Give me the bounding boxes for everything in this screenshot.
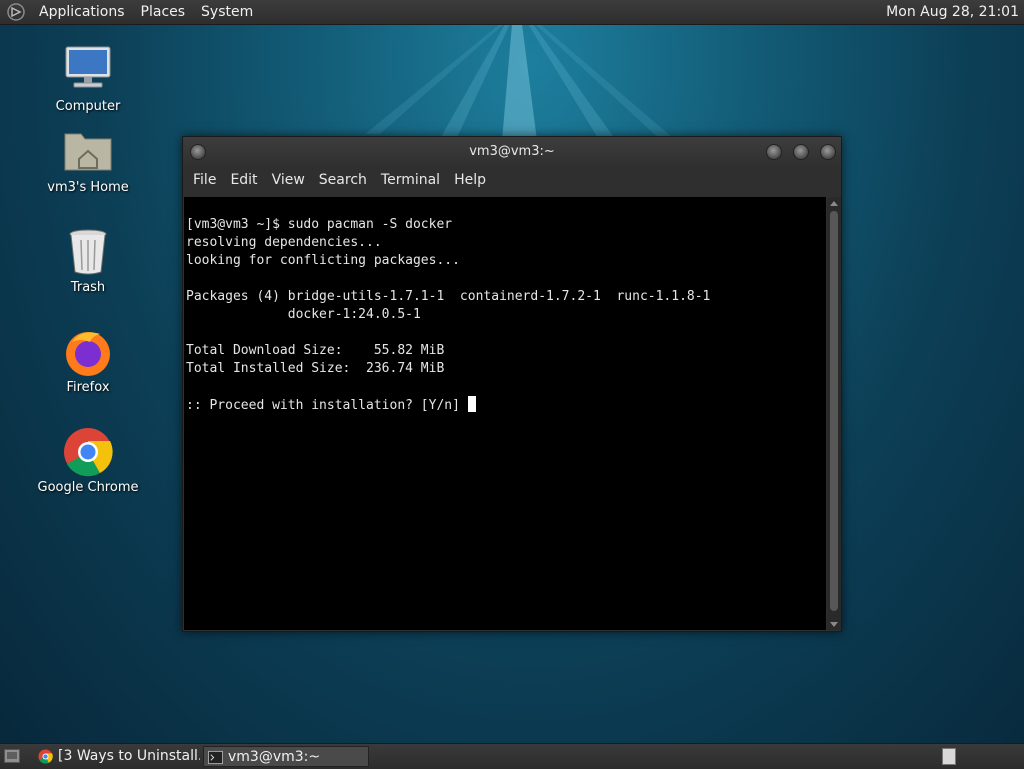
terminal-line: [vm3@vm3 ~]$ sudo pacman -S docker <box>186 217 453 232</box>
firefox-icon <box>66 332 110 376</box>
show-desktop-icon[interactable] <box>4 749 20 763</box>
desktop-icon-label: Computer <box>55 99 121 114</box>
terminal-cursor <box>467 396 476 412</box>
chrome-icon <box>38 749 53 764</box>
terminal-scrollbar[interactable] <box>827 197 841 630</box>
scroll-down-arrow[interactable] <box>830 622 838 627</box>
mate-logo-icon[interactable] <box>7 3 25 21</box>
places-menu[interactable]: Places <box>133 0 194 24</box>
menu-view[interactable]: View <box>266 172 313 188</box>
menu-file[interactable]: File <box>187 172 224 188</box>
taskbar-item-label: [3 Ways to Uninstall... <box>58 748 200 764</box>
desktop-icon-trash[interactable]: Trash <box>33 226 143 295</box>
terminal-line: looking for conflicting packages... <box>186 253 460 268</box>
clock[interactable]: Mon Aug 28, 21:01 <box>886 0 1019 24</box>
desktop-icon-chrome[interactable]: Google Chrome <box>33 426 143 495</box>
chrome-icon <box>64 428 113 477</box>
taskbar-item-terminal[interactable]: vm3@vm3:~ <box>203 746 369 767</box>
window-title: vm3@vm3:~ <box>469 144 555 159</box>
menu-terminal[interactable]: Terminal <box>375 172 448 188</box>
taskbar-item-browser[interactable]: [3 Ways to Uninstall... <box>34 746 200 767</box>
terminal-line: Packages (4) bridge-utils-1.7.1-1 contai… <box>186 289 711 304</box>
terminal-prompt-line: :: Proceed with installation? [Y/n] <box>186 396 826 414</box>
trash-icon <box>69 229 107 275</box>
system-menu[interactable]: System <box>193 0 261 24</box>
applications-menu[interactable]: Applications <box>31 0 133 24</box>
menu-edit[interactable]: Edit <box>224 172 265 188</box>
desktop-icon-label: Firefox <box>66 380 110 395</box>
terminal-line: docker-1:24.0.5-1 <box>186 307 421 322</box>
desktop-icon-label: Trash <box>70 280 106 295</box>
terminal-menubar: File Edit View Search Terminal Help <box>183 167 841 193</box>
menu-search[interactable]: Search <box>313 172 375 188</box>
menu-help[interactable]: Help <box>448 172 494 188</box>
minimize-button[interactable] <box>766 144 782 160</box>
workspace-switcher[interactable] <box>942 748 956 765</box>
scroll-thumb[interactable] <box>830 211 838 611</box>
terminal-window: vm3@vm3:~ File Edit View Search Terminal… <box>182 136 842 632</box>
top-panel: Applications Places System Mon Aug 28, 2… <box>0 0 1024 25</box>
scroll-up-arrow[interactable] <box>830 201 838 206</box>
taskbar-item-label: vm3@vm3:~ <box>228 749 321 765</box>
terminal-line: Total Installed Size: 236.74 MiB <box>186 361 445 376</box>
close-button[interactable] <box>820 144 836 160</box>
window-titlebar[interactable]: vm3@vm3:~ <box>183 137 841 167</box>
terminal-output[interactable]: [vm3@vm3 ~]$ sudo pacman -S docker resolv… <box>184 197 826 630</box>
desktop-icon-firefox[interactable]: Firefox <box>33 326 143 395</box>
terminal-prompt-text: :: Proceed with installation? [Y/n] <box>186 398 468 413</box>
desktop-icon-label: Google Chrome <box>37 480 139 495</box>
desktop-icon-home[interactable]: vm3's Home <box>33 126 143 195</box>
home-folder-icon <box>64 133 112 171</box>
desktop-icon-label: vm3's Home <box>47 180 129 195</box>
terminal-line: Total Download Size: 55.82 MiB <box>186 343 445 358</box>
terminal-line: resolving dependencies... <box>186 235 382 250</box>
terminal-icon <box>208 750 223 765</box>
desktop-icon-computer[interactable]: Computer <box>33 45 143 114</box>
computer-icon <box>65 46 111 88</box>
window-menu-button[interactable] <box>190 144 206 160</box>
bottom-panel: [3 Ways to Uninstall... vm3@vm3:~ <box>0 743 1024 769</box>
maximize-button[interactable] <box>793 144 809 160</box>
